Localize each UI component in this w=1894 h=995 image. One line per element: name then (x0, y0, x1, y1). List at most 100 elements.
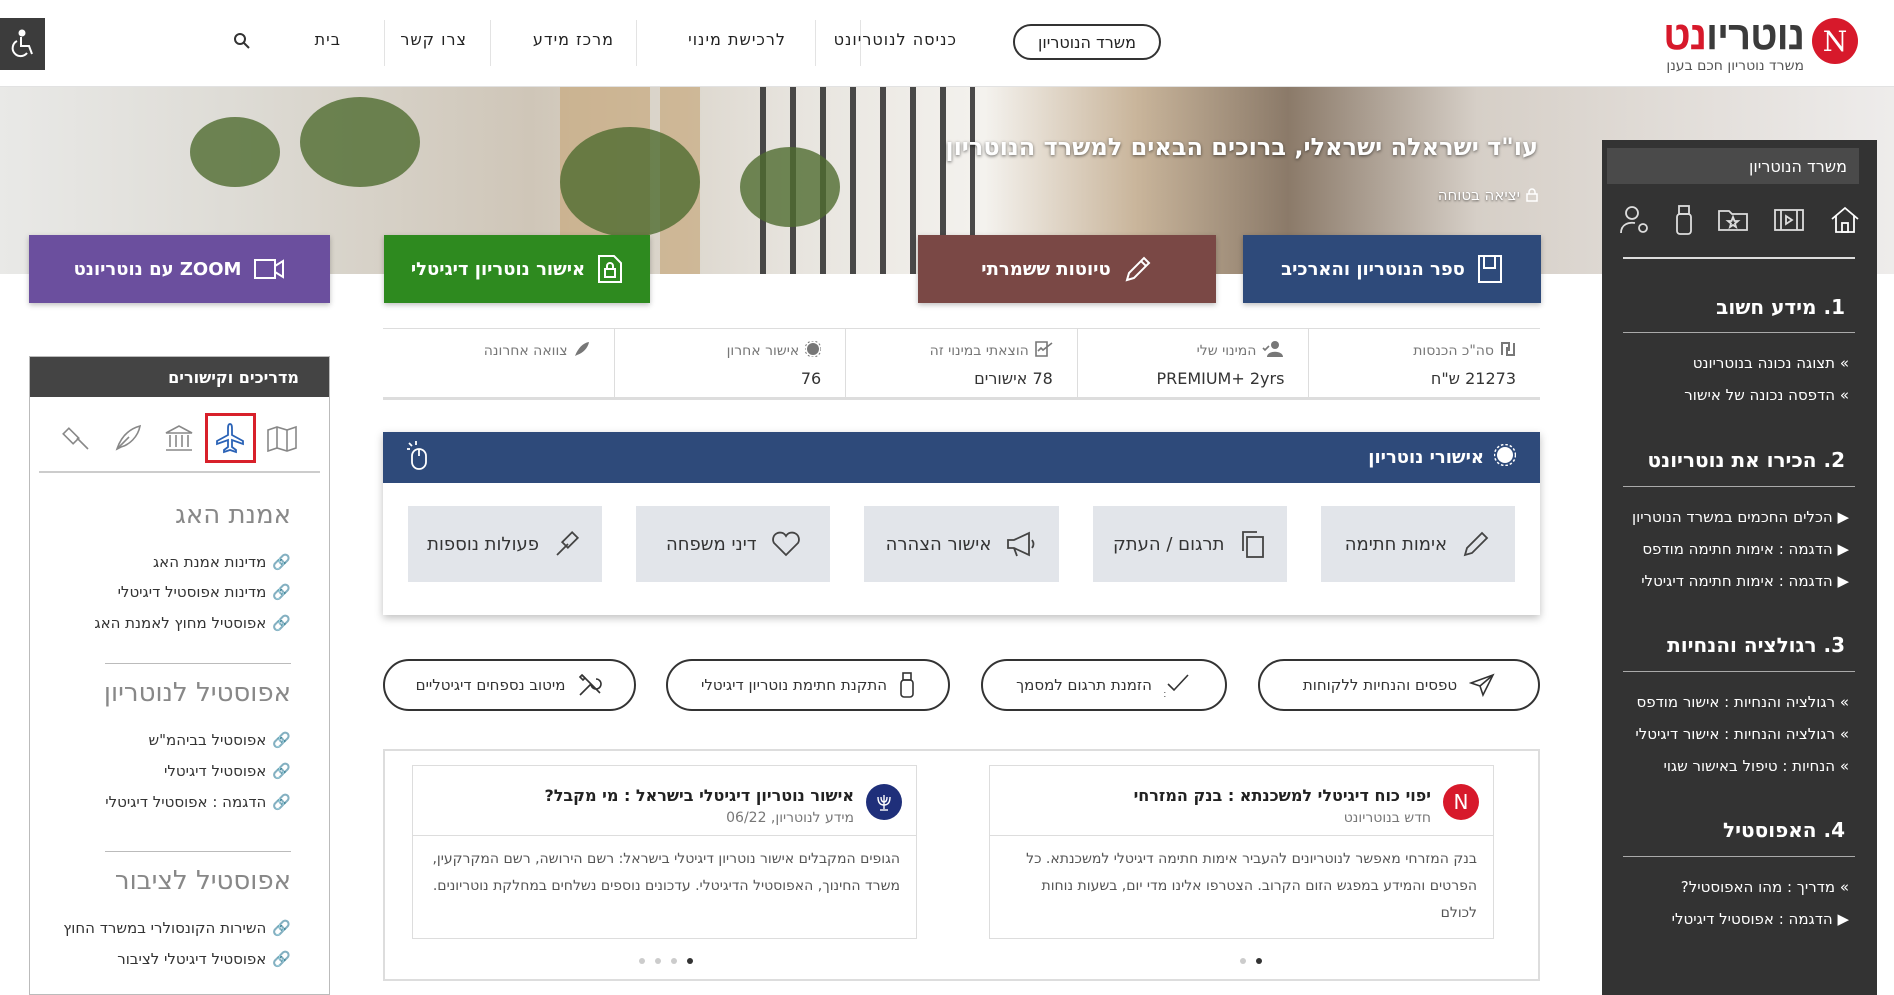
sidebar-link[interactable]: ▶ הכלים החכמים במשרד הנוטריון (1632, 508, 1849, 526)
guide-link[interactable]: 🔗 אפוסטיל מחוץ לאמנת האג (94, 614, 291, 632)
notary-office-button[interactable]: משרד הנוטריון (1013, 24, 1161, 60)
carousel-dot[interactable] (655, 958, 661, 964)
user-settings-icon[interactable] (1619, 204, 1651, 240)
client-forms-button[interactable]: טפסים והנחיות ללקוחות (1258, 659, 1540, 711)
sidebar-link[interactable]: » רגולציה והנחיות : אישור מודפס (1636, 693, 1849, 711)
gavel-icon[interactable] (52, 413, 103, 463)
sidebar-link[interactable]: » הנחיות : טיפול באישור שגוי (1663, 757, 1849, 775)
news-card[interactable]: אישור נוטריון דיגיטלי בישראל : מי מקבל? … (412, 765, 917, 939)
home-icon[interactable] (1829, 205, 1861, 239)
declaration-approval-button[interactable]: אישור הצהרה (864, 506, 1059, 582)
quill-icon (574, 341, 590, 361)
logo[interactable]: N נוטריונט משרד נוטריון חכם בענן (1618, 14, 1858, 74)
link-icon: 🔗 (272, 919, 291, 937)
carousel-dot[interactable] (1256, 958, 1262, 964)
guide-section-title: אפוסטיל לציבור (114, 866, 291, 896)
nav-info-center[interactable]: מרכז מידע (533, 30, 614, 49)
signed-doc-icon (1035, 341, 1053, 361)
accessibility-icon[interactable] (0, 18, 45, 70)
divider (105, 851, 291, 852)
nav-divider (636, 20, 637, 66)
government-building-icon[interactable] (154, 413, 205, 463)
nav-contact[interactable]: צרו קשר (400, 30, 467, 49)
sidebar-link[interactable]: » הדפסה נכונה של אישור (1684, 386, 1849, 404)
digital-notary-button[interactable]: אישור נוטריון דיגיטלי (384, 235, 650, 303)
search-icon[interactable] (233, 32, 251, 54)
sidebar-link[interactable]: » מדריך : מהו האפוסטיל? (1681, 878, 1849, 896)
sidebar-section-title: 4. האפוסטיל (1723, 818, 1845, 842)
divider (1623, 856, 1855, 857)
stat-last-approval: אישור אחרון 76 (613, 329, 846, 397)
airplane-icon[interactable] (204, 413, 257, 463)
news-card[interactable]: N יפוי כוח דיגיטלי למשכנתא : בנק המזרחי … (989, 765, 1494, 939)
translation-copy-button[interactable]: תרגום / העתק (1092, 506, 1287, 582)
video-camera-icon (254, 259, 285, 279)
carousel-dot[interactable] (639, 958, 645, 964)
svg-text:abc: abc (1164, 690, 1166, 698)
notary-book-button[interactable]: ספר הנוטריון והארכיב (1243, 235, 1541, 303)
notary-approvals-panel: אישורי נוטריון אימות חתימה תרגום / העתק … (383, 432, 1540, 615)
usb-key-icon (900, 672, 914, 698)
logo-tagline: משרד נוטריון חכם בענן (1666, 58, 1804, 74)
news-carousel: N יפוי כוח דיגיטלי למשכנתא : בנק המזרחי … (383, 749, 1540, 981)
folder-star-icon[interactable] (1717, 207, 1749, 237)
order-translation-button[interactable]: abc הזמנת תרגום למסמך (981, 659, 1227, 711)
sidebar-link[interactable]: ▶ הדגמה : אימות חתימה מודפס (1642, 540, 1849, 558)
usb-key-icon[interactable] (1675, 204, 1693, 240)
guide-link[interactable]: 🔗 מדינות אפוסטיל דיגיטלי (118, 583, 291, 601)
nav-subscribe[interactable]: לרכישת מינוי (688, 30, 786, 49)
guide-link[interactable]: 🔗 אפוסטיל בביהמ"ש (149, 731, 292, 749)
link-icon: 🔗 (272, 553, 291, 571)
sidebar-icon-bar (1619, 202, 1861, 242)
guide-link[interactable]: 🔗 הדגמה : אפוסטיל דיגיטלי (105, 793, 291, 811)
nav-login[interactable]: כניסה לנוטריונט (834, 30, 957, 49)
signature-verification-button[interactable]: אימות חתימה (1320, 506, 1515, 582)
carousel-dots (1240, 958, 1262, 964)
install-digital-signature-button[interactable]: התקנת חתימת נוטריון דיגיטלי (666, 659, 950, 711)
seal-icon (1493, 443, 1517, 471)
sidebar-section-title: 1. מידע חשוב (1716, 295, 1845, 319)
notarionet-logo-icon: N (1443, 784, 1479, 820)
guide-link[interactable]: 🔗 אפוסטיל דיגיטלי לציבור (117, 950, 291, 968)
book-icon (1477, 255, 1502, 283)
gavel-icon (556, 530, 580, 556)
optimize-attachments-button[interactable]: מיטוב נספחים דיגיטליים (383, 659, 636, 711)
guide-link[interactable]: 🔗 מדינות אמנת האג (153, 553, 291, 571)
welcome-text: עו"ד ישראלה ישראלי, ברוכים הבאים למשרד ה… (945, 133, 1538, 161)
shekel-icon (1500, 341, 1516, 361)
guides-header: מדריכים וקישורים (30, 357, 329, 397)
secure-logout-link[interactable]: יציאה בטוחה (1438, 186, 1538, 204)
video-icon[interactable] (1773, 207, 1805, 237)
sidebar-section-title: 3. רגולציה והנחיות (1667, 633, 1845, 657)
sidebar-header: משרד הנוטריון (1607, 148, 1859, 184)
stat-last-will: צוואה אחרונה (383, 329, 614, 397)
link-icon: 🔗 (272, 762, 291, 780)
stat-total-income: סה"כ הכנסות 21273 ש"ח (1308, 329, 1540, 397)
sidebar-link[interactable]: ▶ הדגמה : אפוסטיל דיגיטלי (1672, 910, 1849, 928)
quill-pen-icon[interactable] (103, 413, 154, 463)
mouse-click-icon[interactable] (405, 439, 431, 476)
carousel-dot[interactable] (1240, 958, 1246, 964)
sidebar-section-title: 2. הכירו את נוטריונט (1647, 448, 1845, 472)
sidebar-link[interactable]: ▶ הדגמה : אימות חתימה דיגיטלי (1641, 572, 1849, 590)
guide-link[interactable]: 🔗 השירות הקונסולרי במשרד החוץ (63, 919, 291, 937)
saved-drafts-button[interactable]: טיוטות ששמרתי (918, 235, 1216, 303)
guide-section-title: אמנת האג (175, 500, 291, 530)
sidebar-link[interactable]: » רגולציה והנחיות : אישור דיגיטלי (1635, 725, 1849, 743)
nav-home[interactable]: בית (315, 30, 341, 49)
carousel-dot[interactable] (671, 958, 677, 964)
nav-divider (384, 20, 385, 66)
family-law-button[interactable]: דיני משפחה (636, 506, 831, 582)
zoom-button[interactable]: ZOOM עם נוטריונט (29, 235, 330, 303)
notary-office-sidebar: משרד הנוטריון 1. מידע חשוב » תצוגה נכונה… (1602, 140, 1877, 995)
lock-icon (1526, 188, 1538, 202)
guide-link[interactable]: 🔗 אפוסטיל דיגיטלי (164, 762, 291, 780)
carousel-dot[interactable] (687, 958, 693, 964)
send-icon (1469, 673, 1495, 697)
approvals-header: אישורי נוטריון (383, 432, 1540, 483)
carousel-dots (639, 958, 693, 964)
more-actions-button[interactable]: פעולות נוספות (407, 506, 603, 582)
map-book-icon[interactable] (256, 413, 307, 463)
pen-icon (1463, 531, 1489, 557)
sidebar-link[interactable]: » תצוגה נכונה בנוטריונט (1693, 354, 1849, 372)
